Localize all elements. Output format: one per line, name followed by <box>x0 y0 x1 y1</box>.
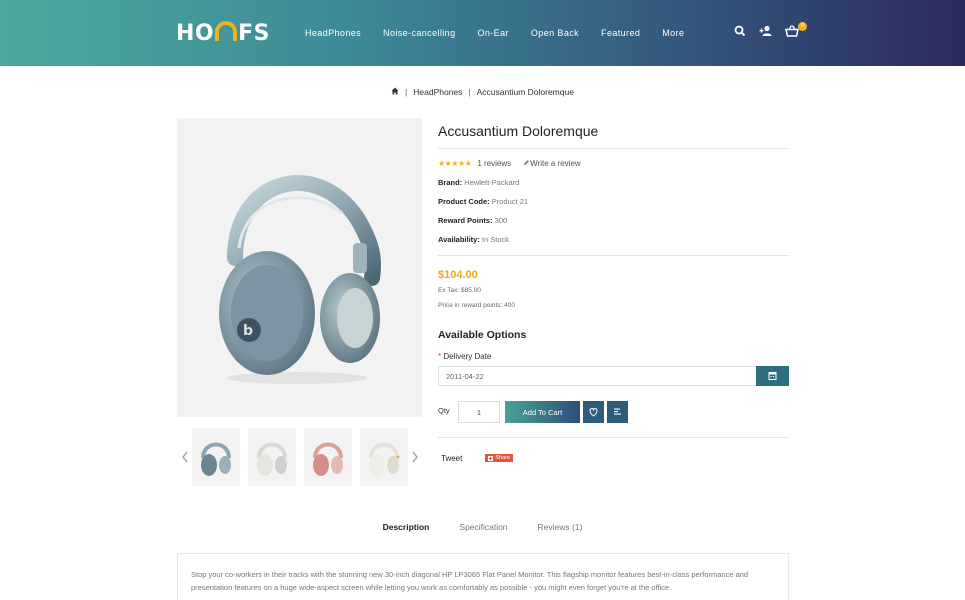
options-title: Available Options <box>438 329 527 341</box>
spec-brand-value[interactable]: Hewlett-Packard <box>464 178 519 187</box>
wishlist-button[interactable] <box>583 401 604 423</box>
spec-brand-label: Brand: <box>438 178 463 187</box>
calendar-button[interactable] <box>756 366 789 386</box>
tab-specification[interactable]: Specification <box>444 522 522 532</box>
product-price: $104.00 <box>438 269 478 281</box>
thumbnail-white[interactable] <box>248 428 296 486</box>
spec-points-label: Reward Points: <box>438 216 493 225</box>
divider <box>438 437 789 438</box>
nav-item-headphones[interactable]: HeadPhones <box>294 28 372 38</box>
thumbnail-cream[interactable] <box>360 428 408 486</box>
reward-points-price: Price in reward points: 400 <box>438 302 515 309</box>
spec-availability-label: Availability: <box>438 235 480 244</box>
breadcrumb-separator: | <box>405 87 408 97</box>
tab-description[interactable]: Description <box>368 522 445 532</box>
breadcrumb-category[interactable]: HeadPhones <box>413 87 462 97</box>
breadcrumb: | HeadPhones | Accusantium Doloremque <box>0 87 965 97</box>
delivery-date-row <box>438 366 789 386</box>
tweet-button[interactable]: Tweet <box>441 454 462 463</box>
main-nav: HeadPhones Noise-cancelling On-Ear Open … <box>294 0 695 66</box>
qty-label: Qty <box>438 406 450 415</box>
logo-headphone-mark <box>215 21 238 41</box>
logo-text-left: HO <box>176 20 215 46</box>
breadcrumb-current[interactable]: Accusantium Doloremque <box>477 87 574 97</box>
nav-item-open-back[interactable]: Open Back <box>520 28 590 38</box>
spec-points: Reward Points: 300 <box>438 216 789 225</box>
logo-text-right: FS <box>238 20 270 46</box>
divider <box>438 148 789 149</box>
product-tabs: Description Specification Reviews (1) <box>0 522 965 532</box>
divider <box>438 255 789 256</box>
share-button[interactable]: Share <box>485 454 514 462</box>
plus-icon <box>488 455 494 461</box>
svg-text:b: b <box>243 323 253 339</box>
basket-icon[interactable]: 0 <box>785 22 807 38</box>
product-info: Accusantium Doloremque ★★★★★ 1 reviews W… <box>438 118 789 468</box>
compare-icon <box>614 408 621 415</box>
spec-availability: Availability: In Stock <box>438 235 789 244</box>
add-to-cart-button[interactable]: Add To Cart <box>505 401 580 423</box>
quantity-row: Qty Add To Cart <box>438 401 789 423</box>
spec-points-value: 300 <box>494 216 508 225</box>
required-mark: * <box>438 352 442 361</box>
compare-button[interactable] <box>607 401 628 423</box>
social-row: Tweet Share <box>438 448 789 468</box>
nav-item-on-ear[interactable]: On-Ear <box>466 28 519 38</box>
thumbnail-rose[interactable] <box>304 428 352 486</box>
rating-stars: ★★★★★ <box>438 159 472 168</box>
spec-code-label: Product Code: <box>438 197 490 206</box>
product-title: Accusantium Doloremque <box>438 123 599 139</box>
quantity-input[interactable] <box>458 401 500 423</box>
rating-row: ★★★★★ 1 reviews Write a review <box>438 159 789 168</box>
home-icon[interactable] <box>391 87 399 97</box>
add-user-icon[interactable] <box>759 24 773 38</box>
cart-count-badge: 0 <box>798 22 807 31</box>
calendar-icon <box>768 372 777 380</box>
delivery-date-input[interactable] <box>438 366 757 386</box>
share-label: Share <box>495 455 511 461</box>
heart-icon <box>589 408 598 417</box>
chevron-left-icon[interactable] <box>180 450 190 464</box>
nav-item-more[interactable]: More <box>651 28 695 38</box>
spec-availability-value: In Stock <box>481 235 510 244</box>
thumbnail-silver[interactable] <box>192 428 240 486</box>
tab-reviews[interactable]: Reviews (1) <box>523 522 598 532</box>
header-actions: 0 <box>733 22 807 38</box>
reviews-link[interactable]: 1 reviews <box>477 159 511 168</box>
description-panel: Stop your co-workers in their tracks wit… <box>177 553 789 600</box>
delivery-date-label-text: Delivery Date <box>443 352 492 361</box>
spec-code-value: Product 21 <box>491 197 529 206</box>
write-review-label: Write a review <box>530 159 581 168</box>
spec-code: Product Code: Product 21 <box>438 197 789 206</box>
spec-brand: Brand: Hewlett-Packard <box>438 178 789 187</box>
nav-item-featured[interactable]: Featured <box>590 28 651 38</box>
delivery-date-label: * Delivery Date <box>438 352 789 361</box>
logo[interactable]: HO FS <box>176 18 270 48</box>
thumbnail-strip <box>177 428 422 486</box>
write-review-link[interactable]: Write a review <box>523 159 581 168</box>
description-text: Stop your co-workers in their tracks wit… <box>191 570 749 592</box>
breadcrumb-separator: | <box>468 87 471 97</box>
search-icon[interactable] <box>733 24 747 38</box>
site-header: HO FS HeadPhones Noise-cancelling On-Ear… <box>0 0 965 66</box>
nav-item-noise-cancelling[interactable]: Noise-cancelling <box>372 28 466 38</box>
product-main-image[interactable]: b <box>177 118 422 417</box>
ex-tax-price: Ex Tax: $85.00 <box>438 287 481 294</box>
chevron-right-icon[interactable] <box>410 450 420 464</box>
